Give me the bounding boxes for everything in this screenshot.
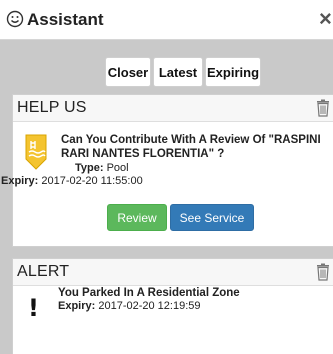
service-type: Type: Pool (75, 162, 129, 174)
see-service-button[interactable]: See Service (170, 204, 254, 231)
alert-expiry: Expiry: 2017-02-20 12:19:59 (58, 300, 201, 312)
filter-latest-button[interactable]: Latest (153, 57, 203, 87)
expiry-value: 2017-02-20 11:55:00 (41, 175, 143, 187)
help-us-expiry: Expiry: 2017-02-20 11:55:00 (1, 175, 143, 187)
alert-card-header: ALERT (13, 259, 333, 286)
help-us-card-body: Can You Contribute With A Review Of "RAS… (1, 122, 333, 247)
help-us-title: HELP US (17, 99, 87, 116)
filter-bar: Closer Latest Expiring (105, 57, 261, 87)
pool-icon (25, 134, 47, 170)
review-button[interactable]: Review (107, 204, 167, 231)
help-us-question: Can You Contribute With A Review Of "RAS… (61, 134, 321, 160)
help-us-card: HELP US Can You Contribute With A Review… (1, 94, 333, 247)
smiley-icon (6, 10, 24, 28)
assistant-header: Assistant × (0, 0, 333, 40)
type-value: Pool (106, 162, 129, 174)
alert-card: ALERT ! You Parked In A Residential Zone… (12, 258, 333, 354)
page-title: Assistant (27, 10, 104, 29)
filter-closer-button[interactable]: Closer (105, 57, 151, 87)
exclamation-icon: ! (28, 294, 39, 322)
alert-title: ALERT (17, 263, 70, 280)
expiry-value: 2017-02-20 12:19:59 (98, 300, 201, 312)
filter-expiring-button[interactable]: Expiring (205, 57, 261, 87)
help-us-card-header: HELP US (13, 95, 333, 122)
trash-icon[interactable] (315, 99, 331, 117)
trash-icon[interactable] (315, 263, 331, 281)
close-icon[interactable]: × (319, 6, 332, 32)
expiry-label: Expiry: (1, 175, 39, 187)
expiry-label: Expiry: (58, 300, 96, 312)
type-label: Type: (75, 162, 104, 174)
alert-message: You Parked In A Residential Zone (58, 287, 240, 299)
